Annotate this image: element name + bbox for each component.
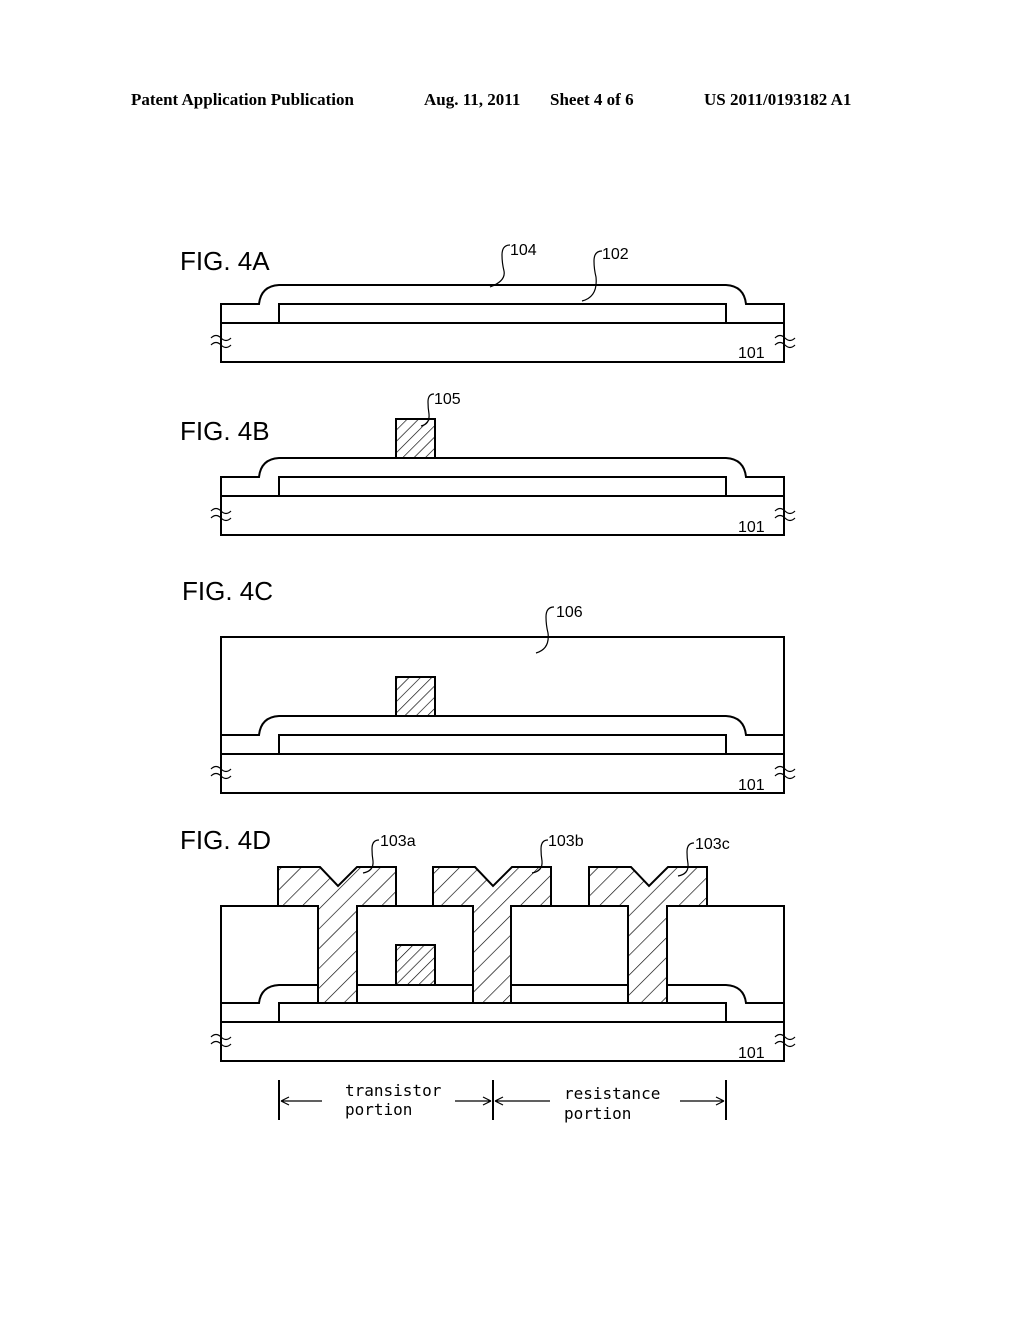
arrow-resistance-right [680,1096,725,1106]
gate-electrode-105 [395,418,436,459]
figure-4a: FIG. 4A 104 102 101 [180,242,796,363]
semiconductor-layer-102 [278,734,727,754]
leader-102 [581,250,603,302]
ref-105: 105 [434,391,461,408]
leader-104 [489,244,511,288]
ref-101: 101 [738,1045,765,1062]
arrow-transistor-right [455,1096,492,1106]
ref-104: 104 [510,242,537,259]
patent-drawing: FIG. 4A 104 102 101 FIG. 4B 105 101 FIG.… [180,242,796,1123]
interlayer-insulator-block-4 [667,905,785,1003]
gate-electrode-105 [395,944,436,986]
dimension-annotations: transistor portion resistance portion [278,1080,727,1123]
label-resistance-line1: resistance [564,1084,660,1103]
arrow-resistance-left [494,1096,550,1106]
ref-103c: 103c [695,836,730,853]
interlayer-insulator-block-1 [220,905,318,1003]
ref-103a: 103a [380,833,416,850]
gate-electrode-105 [395,676,436,717]
electrode-103c [588,866,708,1004]
electrode-103b [432,866,552,1004]
label-transistor-line1: transistor [345,1081,442,1100]
figure-4b: FIG. 4B 105 101 [180,391,796,536]
ref-101: 101 [738,777,765,794]
figure-4a-label: FIG. 4A [180,246,270,276]
figure-4b-label: FIG. 4B [180,416,270,446]
interlayer-insulator-106 [220,636,785,754]
figure-4d: FIG. 4D 103a 103b 103c 101 transistor po… [180,825,796,1123]
ref-103b: 103b [548,833,584,850]
arrow-transistor-left [280,1096,322,1106]
label-resistance-line2: portion [564,1104,631,1123]
substrate-101 [220,322,785,363]
semiconductor-layer-102 [278,303,727,323]
figure-4d-label: FIG. 4D [180,825,271,855]
ref-101: 101 [738,519,765,536]
ref-101: 101 [738,345,765,362]
figure-4c: FIG. 4C 106 101 [182,576,796,794]
substrate-101 [220,495,785,536]
electrode-103a [277,866,397,1004]
semiconductor-layer-102 [278,476,727,496]
insulating-layer-104 [221,715,784,736]
label-transistor-line2: portion [345,1100,412,1119]
semiconductor-layer-102 [278,1002,727,1022]
figure-4c-label: FIG. 4C [182,576,273,606]
substrate-101 [220,753,785,794]
substrate-101 [220,1021,785,1062]
ref-102: 102 [602,246,629,263]
ref-106: 106 [556,604,583,621]
leader-106 [535,606,555,654]
